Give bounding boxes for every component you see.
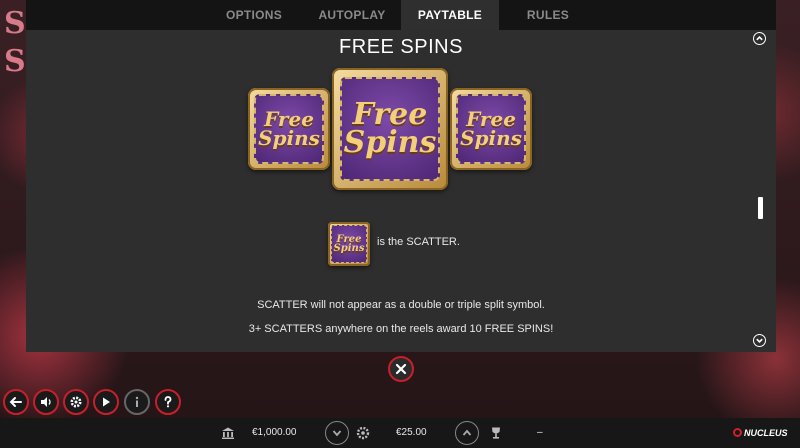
coins-icon: [356, 426, 370, 440]
free-spins-symbol-left: Free Spins: [248, 88, 330, 170]
help-button[interactable]: [155, 389, 181, 415]
info-button[interactable]: [124, 389, 150, 415]
tab-options[interactable]: OPTIONS: [205, 0, 303, 30]
scatter-rule-2: 3+ SCATTERS anywhere on the reels award …: [248, 323, 554, 335]
free-spins-symbol-center: Free Spins: [332, 68, 448, 190]
bet-decrease-button[interactable]: [325, 421, 349, 445]
bet-increase-button[interactable]: [455, 421, 479, 445]
section-title: FREE SPINS: [339, 36, 463, 58]
info-icon: [135, 396, 139, 407]
bank-icon: [222, 427, 234, 439]
tab-rules[interactable]: RULES: [499, 0, 597, 30]
symbol-word-2: Spins: [460, 126, 522, 150]
settings-button[interactable]: [63, 389, 89, 415]
scroll-down-button[interactable]: [753, 334, 766, 347]
balance-value: €1,000.00: [252, 427, 297, 438]
scroll-up-button[interactable]: [753, 32, 766, 45]
chevron-down-icon: [332, 430, 342, 437]
speaker-icon: [41, 397, 51, 407]
gear-icon: [70, 396, 82, 408]
scatter-rule-1: SCATTER will not appear as a double or t…: [257, 299, 545, 311]
chevron-up-icon: [756, 36, 763, 41]
close-icon: [395, 363, 407, 375]
bet-value: €25.00: [396, 427, 427, 438]
nucleus-logo-icon: [733, 428, 742, 437]
scatter-label: is the SCATTER.: [377, 236, 460, 248]
chevron-up-icon: [462, 429, 472, 436]
trophy-icon: [492, 427, 500, 439]
sound-button[interactable]: [33, 389, 59, 415]
paytable-panel: FREE SPINS Free Spins Free Spins Free Sp…: [26, 30, 776, 352]
symbol-word-2: Spins: [258, 126, 320, 150]
free-spins-symbol-right: Free Spins: [450, 88, 532, 170]
bottom-bar: €1,000.00 €25.00 – NUCLEUS: [0, 418, 800, 448]
back-arrow-icon: [9, 397, 22, 407]
play-icon: [103, 397, 110, 407]
back-button[interactable]: [3, 389, 29, 415]
tab-autoplay[interactable]: AUTOPLAY: [303, 0, 401, 30]
brand-logo: NUCLEUS: [744, 428, 788, 438]
chevron-down-icon: [756, 338, 763, 343]
symbol-word-2: Spins: [343, 125, 437, 160]
scrollbar-thumb[interactable]: [758, 197, 763, 219]
close-button[interactable]: [388, 356, 414, 382]
question-icon: [164, 396, 172, 408]
win-value: –: [537, 427, 543, 438]
autoplay-button[interactable]: [93, 389, 119, 415]
tab-paytable[interactable]: PAYTABLE: [401, 0, 499, 30]
scatter-symbol-icon: Free Spins: [328, 222, 370, 266]
symbol-word-2: Spins: [333, 243, 365, 254]
background-logo-fragment: S: [4, 44, 26, 79]
background-logo-fragment: S: [4, 6, 26, 41]
tab-bar: OPTIONS AUTOPLAY PAYTABLE RULES: [26, 0, 776, 30]
